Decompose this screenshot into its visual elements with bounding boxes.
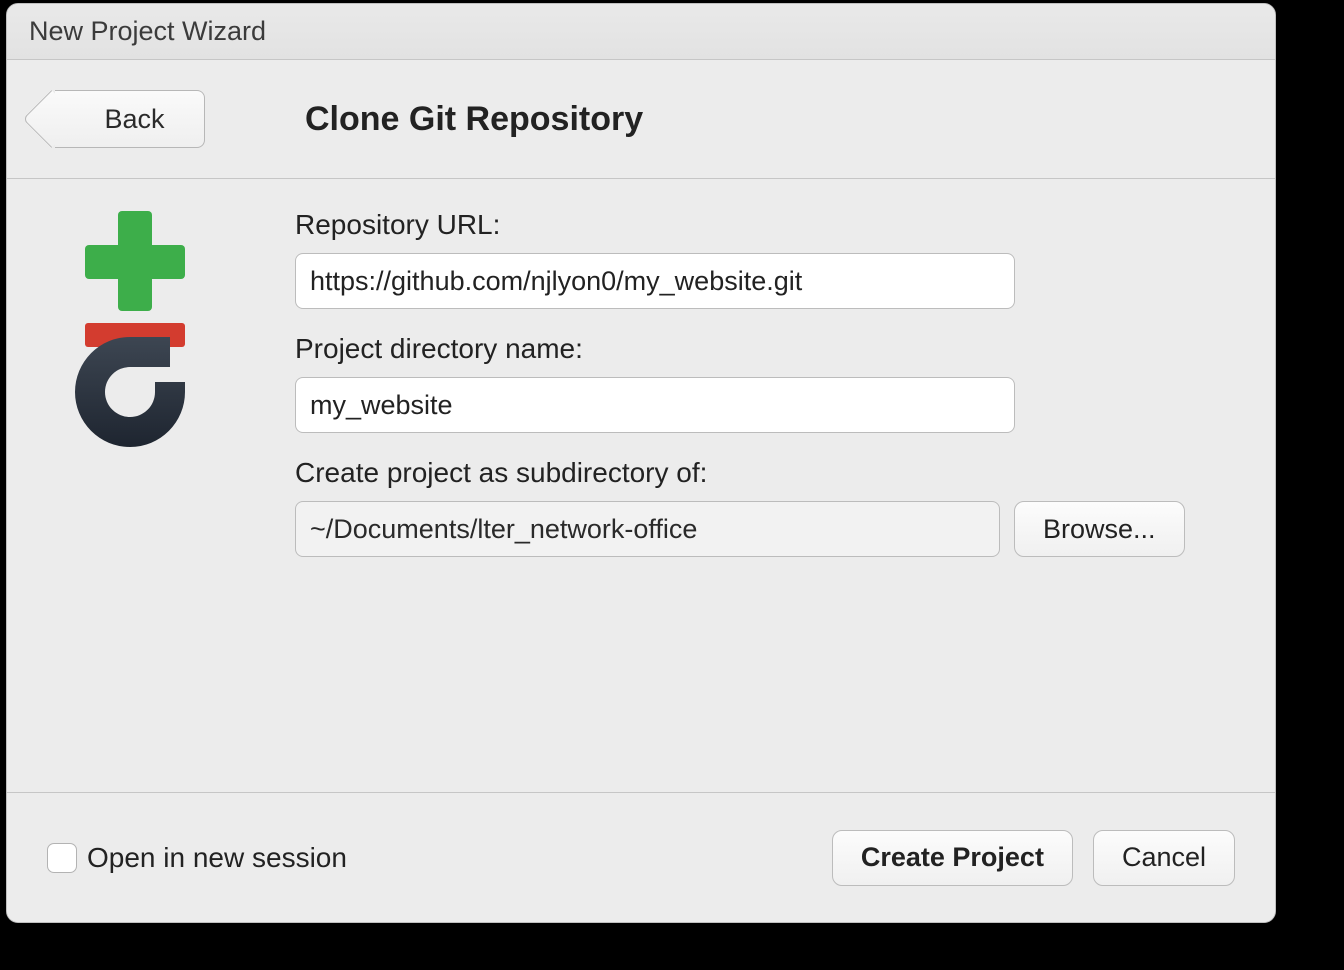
checkbox-icon [47, 843, 77, 873]
back-button[interactable]: Back [55, 90, 205, 148]
open-new-session-checkbox[interactable]: Open in new session [47, 842, 347, 874]
wizard-body: Repository URL: Project directory name: … [7, 179, 1275, 792]
dir-name-input[interactable] [295, 377, 1015, 433]
form: Repository URL: Project directory name: … [295, 207, 1235, 792]
cancel-button[interactable]: Cancel [1093, 830, 1235, 886]
create-project-button[interactable]: Create Project [832, 830, 1073, 886]
repo-url-label: Repository URL: [295, 209, 1235, 241]
wizard-footer: Open in new session Create Project Cance… [7, 792, 1275, 922]
page-title: Clone Git Repository [305, 100, 643, 139]
subdir-input[interactable] [295, 501, 1000, 557]
git-icon [55, 207, 225, 792]
dir-name-label: Project directory name: [295, 333, 1235, 365]
subdir-label: Create project as subdirectory of: [295, 457, 1235, 489]
back-button-label: Back [104, 104, 164, 135]
open-new-session-label: Open in new session [87, 842, 347, 874]
titlebar: New Project Wizard [7, 4, 1275, 60]
repo-url-input[interactable] [295, 253, 1015, 309]
browse-button[interactable]: Browse... [1014, 501, 1185, 557]
wizard-header: Back Clone Git Repository [7, 60, 1275, 179]
window-title: New Project Wizard [29, 16, 266, 47]
wizard-dialog: New Project Wizard Back Clone Git Reposi… [6, 3, 1276, 923]
footer-buttons: Create Project Cancel [832, 830, 1235, 886]
subdir-row: Browse... [295, 501, 1235, 557]
